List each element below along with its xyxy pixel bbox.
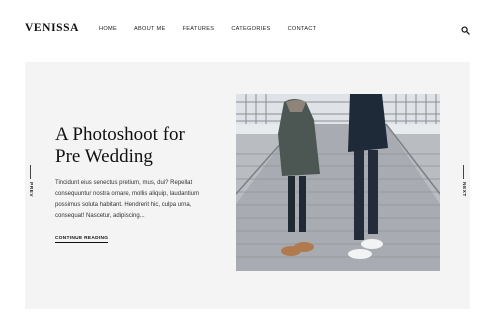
prev-slide-button[interactable]: PREV: [27, 165, 37, 205]
post-title-line-2: Pre Wedding: [55, 146, 153, 167]
search-icon[interactable]: [461, 26, 470, 35]
post-featured-image[interactable]: [236, 94, 440, 271]
nav-item-about-me[interactable]: ABOUT ME: [134, 26, 166, 32]
continue-reading-link[interactable]: CONTINUE READING: [55, 236, 109, 243]
next-label: NEXT: [461, 182, 466, 197]
post-title-line-1: A Photoshoot for: [55, 124, 185, 145]
site-header: VENISSA HOME ABOUT ME FEATURES CATEGORIE…: [0, 0, 500, 60]
site-logo[interactable]: VENISSA: [25, 22, 79, 34]
prev-label: PREV: [28, 182, 33, 198]
post-excerpt: Tincidunt eius senectus pretium, mus, du…: [55, 180, 200, 219]
next-slide-button[interactable]: NEXT: [460, 165, 470, 210]
nav-item-features[interactable]: FEATURES: [183, 26, 215, 32]
post-title[interactable]: A Photoshoot for Pre Wedding: [55, 124, 230, 168]
next-divider: [463, 165, 464, 179]
nav-item-home[interactable]: HOME: [99, 26, 117, 32]
prev-divider: [30, 165, 31, 179]
nav-item-contact[interactable]: CONTACT: [288, 26, 317, 32]
main-nav: HOME ABOUT ME FEATURES CATEGORIES CONTAC…: [99, 26, 316, 32]
nav-item-categories[interactable]: CATEGORIES: [231, 26, 270, 32]
